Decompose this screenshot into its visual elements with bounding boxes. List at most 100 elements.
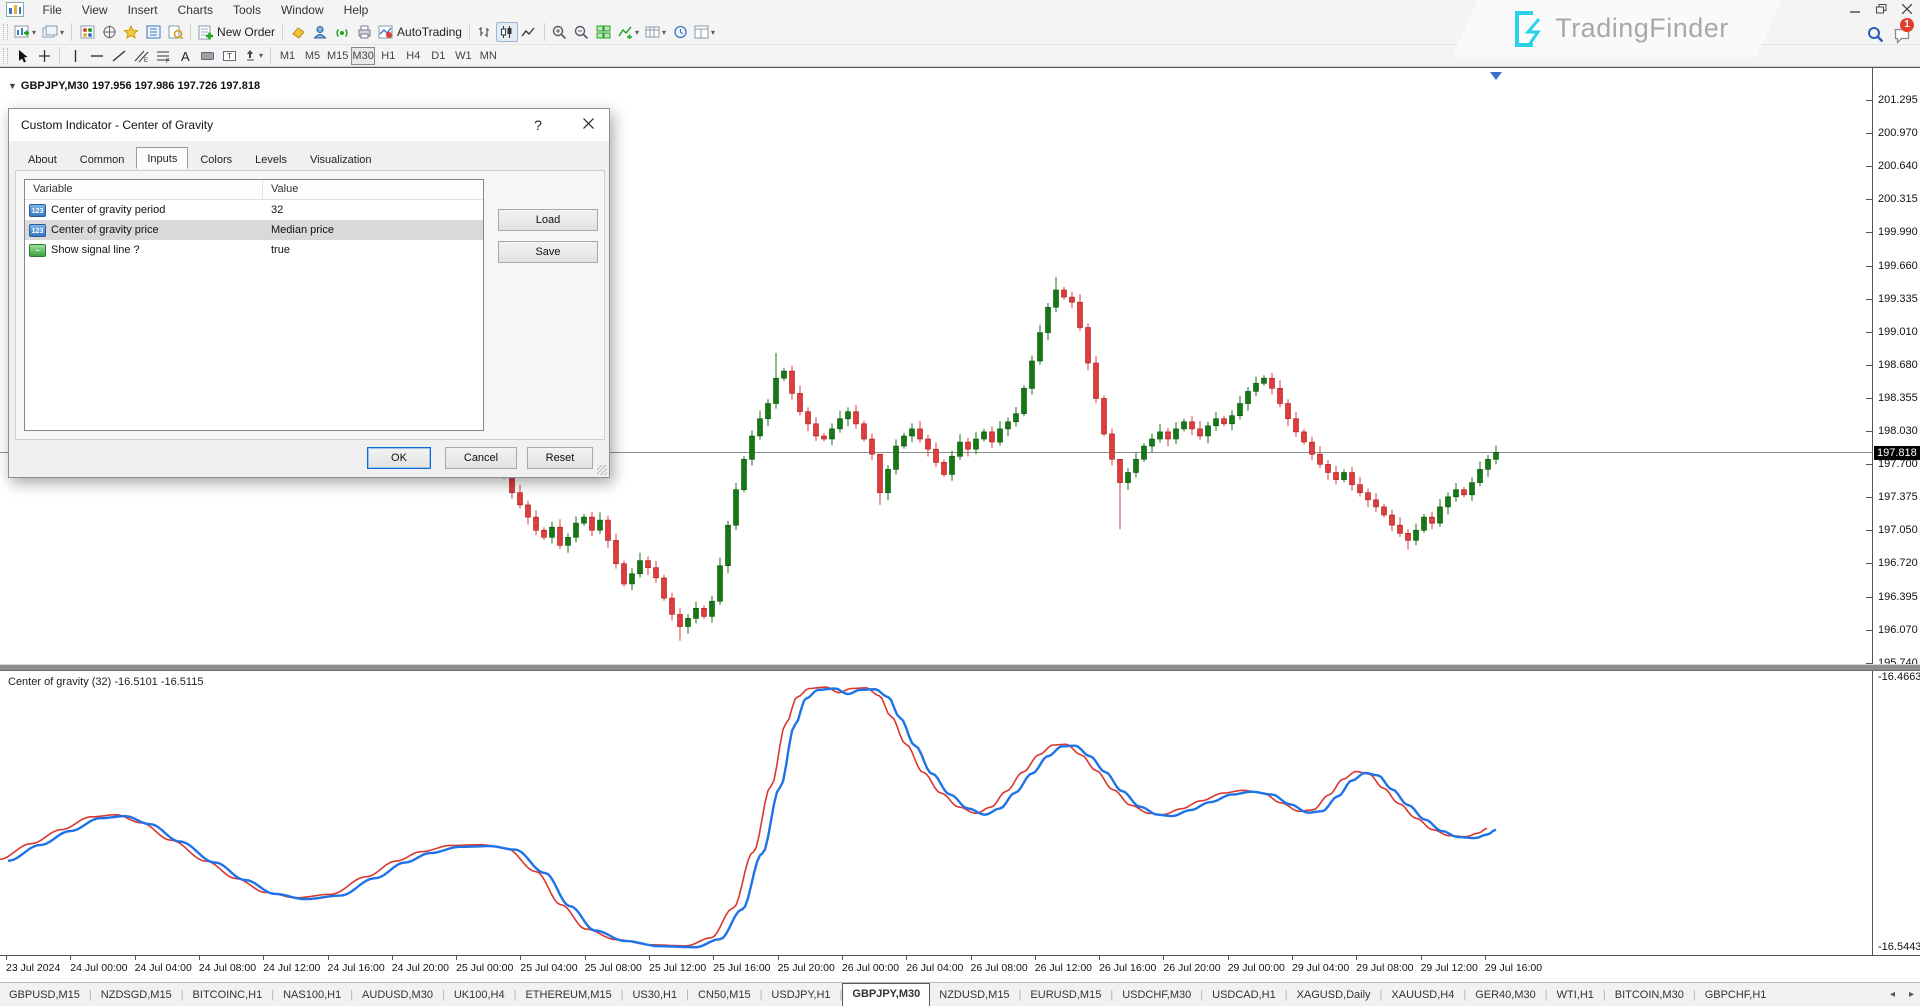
reset-button[interactable]: Reset [527, 447, 593, 469]
line-mode-button[interactable] [518, 22, 540, 42]
dialog-tab-inputs[interactable]: Inputs [136, 147, 188, 169]
symbol-tab-gbpusd-m15[interactable]: GBPUSD,M15 [0, 985, 89, 1006]
symbol-tab-us30-h1[interactable]: US30,H1 [623, 985, 686, 1006]
input-row-center-of-gravity-period[interactable]: 123Center of gravity period32 [25, 200, 483, 220]
dialog-tab-visualization[interactable]: Visualization [299, 149, 383, 171]
pane-splitter[interactable] [0, 664, 1920, 671]
text-button[interactable]: A [174, 46, 196, 66]
zoom-out-button[interactable] [571, 22, 593, 42]
symbol-tab-usdchf-m30[interactable]: USDCHF,M30 [1113, 985, 1200, 1006]
input-row-center-of-gravity-price[interactable]: 123Center of gravity priceMedian price [25, 220, 483, 240]
bars-mode-button[interactable] [474, 22, 496, 42]
column-header-value[interactable]: Value [263, 180, 483, 199]
menu-item-charts[interactable]: Charts [168, 0, 223, 20]
close-button[interactable] [1898, 2, 1916, 16]
one-click-trading-arrow-icon[interactable]: ▼ [8, 81, 17, 91]
timeframe-h1[interactable]: H1 [377, 47, 400, 65]
symbol-tab-usdjpy-h1[interactable]: USDJPY,H1 [762, 985, 839, 1006]
favorites-button[interactable] [120, 22, 142, 42]
cancel-button[interactable]: Cancel [445, 447, 517, 469]
symbol-tab-nzdsgd-m15[interactable]: NZDSGD,M15 [92, 985, 181, 1006]
dialog-tab-colors[interactable]: Colors [189, 149, 243, 171]
timeframe-mn[interactable]: MN [477, 47, 500, 65]
profiles-button[interactable]: ▾ [39, 22, 67, 42]
price-axis[interactable] [1872, 66, 1873, 956]
inputs-table[interactable]: Variable Value 123Center of gravity peri… [24, 179, 484, 431]
symbol-tab-xagusd-daily[interactable]: XAGUSD,Daily [1288, 985, 1380, 1006]
minimize-button[interactable] [1846, 2, 1864, 16]
candles-mode-button[interactable] [496, 22, 518, 42]
toolbar-drag-handle[interactable] [3, 48, 8, 64]
fibonacci-button[interactable]: F [152, 46, 174, 66]
symbol-tab-ethereum-m15[interactable]: ETHEREUM,M15 [516, 985, 620, 1006]
symbol-tab-nzdusd-m15[interactable]: NZDUSD,M15 [930, 985, 1018, 1006]
symbol-tab-bitcoin-m30[interactable]: BITCOIN,M30 [1606, 985, 1693, 1006]
symbol-tab-gbpjpy-m30[interactable]: GBPJPY,M30 [842, 983, 930, 1006]
symbol-tab-usdcad-h1[interactable]: USDCAD,H1 [1203, 985, 1285, 1006]
save-button[interactable]: Save [498, 241, 598, 263]
menu-item-insert[interactable]: Insert [118, 0, 168, 20]
new-order-button[interactable]: New Order [195, 22, 278, 42]
clock-button[interactable] [669, 22, 691, 42]
data-folder-button[interactable] [142, 22, 164, 42]
menu-item-view[interactable]: View [72, 0, 118, 20]
templates-button[interactable]: ▾ [691, 22, 718, 42]
symbol-tab-ger40-m30[interactable]: GER40,M30 [1466, 985, 1545, 1006]
parameter-value[interactable]: 32 [263, 204, 483, 216]
dialog-close-button[interactable] [571, 113, 605, 137]
menu-item-help[interactable]: Help [334, 0, 379, 20]
symbol-tab-eurusd-m15[interactable]: EURUSD,M15 [1021, 985, 1110, 1006]
zoom-in-button[interactable] [549, 22, 571, 42]
metaeditor-button[interactable] [287, 22, 309, 42]
text-label-button[interactable]: T [218, 46, 240, 66]
timeframe-w1[interactable]: W1 [452, 47, 475, 65]
toolbar-drag-handle[interactable] [3, 24, 8, 40]
symbol-tab-gbpchf-h1[interactable]: GBPCHF,H1 [1696, 985, 1776, 1006]
dialog-tab-common[interactable]: Common [69, 149, 136, 171]
symbol-tab-wti-h1[interactable]: WTI,H1 [1548, 985, 1603, 1006]
navigator-button[interactable] [98, 22, 120, 42]
symbol-tab-bitcoinc-h1[interactable]: BITCOINC,H1 [184, 985, 272, 1006]
arrows-button[interactable]: ▾ [240, 46, 266, 66]
vertical-line-button[interactable] [64, 46, 86, 66]
trendline-button[interactable] [108, 46, 130, 66]
community-button[interactable] [309, 22, 331, 42]
rectangle-button[interactable] [196, 46, 218, 66]
timeframe-h4[interactable]: H4 [402, 47, 425, 65]
dialog-titlebar[interactable]: Custom Indicator - Center of Gravity ? [9, 109, 609, 141]
column-header-variable[interactable]: Variable [25, 180, 263, 199]
load-button[interactable]: Load [498, 209, 598, 231]
timeframe-m30[interactable]: M30 [351, 47, 374, 65]
search-icon[interactable] [1867, 26, 1884, 43]
dialog-tab-levels[interactable]: Levels [244, 149, 298, 171]
signals-button[interactable] [331, 22, 353, 42]
tile-windows-button[interactable] [593, 22, 615, 42]
tab-scroll-left-icon[interactable]: ◂ [1890, 989, 1895, 1000]
parameter-value[interactable]: true [263, 244, 483, 256]
notifications-button[interactable]: 1 [1894, 24, 1916, 44]
dialog-tab-about[interactable]: About [17, 149, 68, 171]
timeframe-d1[interactable]: D1 [427, 47, 450, 65]
time-axis[interactable]: 23 Jul 202424 Jul 00:0024 Jul 04:0024 Ju… [0, 956, 1920, 982]
symbol-tab-xauusd-h4[interactable]: XAUUSD,H4 [1382, 985, 1463, 1006]
menu-item-window[interactable]: Window [271, 0, 334, 20]
new-chart-button[interactable]: ▾ [11, 22, 39, 42]
market-watch-button[interactable] [76, 22, 98, 42]
menu-item-file[interactable]: File [32, 0, 71, 20]
restore-button[interactable] [1872, 2, 1890, 16]
symbol-tab-audusd-m30[interactable]: AUDUSD,M30 [353, 985, 442, 1006]
timeframe-m5[interactable]: M5 [301, 47, 324, 65]
parameter-value[interactable]: Median price [263, 224, 483, 236]
menu-item-tools[interactable]: Tools [223, 0, 271, 20]
data-window-button[interactable] [164, 22, 186, 42]
crosshair-button[interactable] [33, 46, 55, 66]
dialog-resize-grip[interactable] [597, 465, 607, 475]
symbol-tab-nas100-h1[interactable]: NAS100,H1 [274, 985, 350, 1006]
ok-button[interactable]: OK [367, 447, 431, 469]
timeframe-m15[interactable]: M15 [326, 47, 349, 65]
tab-scroll-right-icon[interactable]: ▸ [1909, 989, 1914, 1000]
symbol-tab-cn50-m15[interactable]: CN50,M15 [689, 985, 760, 1006]
symbol-tab-uk100-h4[interactable]: UK100,H4 [445, 985, 514, 1006]
input-row-show-signal-line[interactable]: ~Show signal line ?true [25, 240, 483, 260]
print-button[interactable] [353, 22, 375, 42]
